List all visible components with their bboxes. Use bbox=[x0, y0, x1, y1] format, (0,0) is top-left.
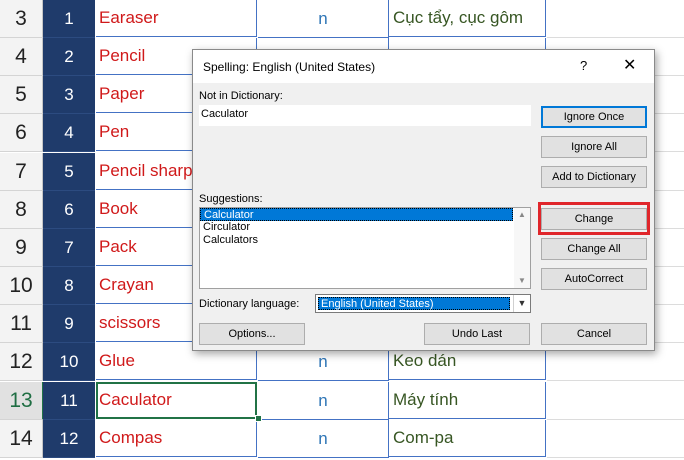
row-header[interactable]: 13 bbox=[0, 382, 44, 420]
row-header[interactable]: 7 bbox=[0, 153, 43, 191]
sheet-row: 13 11 Caculator n Máy tính bbox=[0, 382, 684, 420]
cell-number[interactable]: 11 bbox=[43, 382, 95, 420]
row-header[interactable]: 11 bbox=[0, 305, 43, 343]
help-icon[interactable]: ? bbox=[580, 58, 587, 73]
dictionary-language-label: Dictionary language: bbox=[199, 298, 300, 310]
chevron-down-icon[interactable]: ▼ bbox=[513, 295, 530, 312]
cell-number[interactable]: 2 bbox=[43, 38, 95, 76]
ignore-once-button[interactable]: Ignore Once bbox=[541, 106, 647, 128]
suggestion-item[interactable]: Calculator bbox=[200, 208, 513, 221]
suggestions-list[interactable]: Calculator Circulator Calculators ▲ ▼ bbox=[199, 207, 531, 289]
row-header[interactable]: 4 bbox=[0, 38, 43, 76]
cell-empty[interactable] bbox=[547, 420, 684, 458]
change-all-button[interactable]: Change All bbox=[541, 238, 647, 260]
cell-type[interactable]: n bbox=[258, 0, 389, 38]
cell-number[interactable]: 8 bbox=[43, 267, 95, 305]
suggestions-scrollbar[interactable]: ▲ ▼ bbox=[514, 208, 530, 288]
cell-word[interactable]: Earaser bbox=[96, 0, 257, 37]
row-header[interactable]: 9 bbox=[0, 229, 43, 267]
row-header[interactable]: 3 bbox=[0, 0, 43, 38]
cell-number[interactable]: 12 bbox=[43, 420, 95, 458]
cell-number[interactable]: 1 bbox=[43, 0, 95, 38]
row-header[interactable]: 12 bbox=[0, 343, 43, 381]
sheet-row: 3 1 Earaser n Cục tẩy, cục gôm bbox=[0, 0, 684, 38]
cell-type[interactable]: n bbox=[258, 420, 389, 458]
cell-number[interactable]: 4 bbox=[43, 114, 95, 152]
cell-number[interactable]: 10 bbox=[43, 343, 95, 381]
not-in-dictionary-field[interactable]: Caculator bbox=[199, 105, 531, 126]
undo-last-button[interactable]: Undo Last bbox=[424, 323, 530, 345]
cell-number[interactable]: 9 bbox=[43, 305, 95, 343]
cell-word[interactable]: Compas bbox=[96, 420, 257, 457]
row-header[interactable]: 14 bbox=[0, 420, 43, 458]
options-button[interactable]: Options... bbox=[199, 323, 305, 345]
change-highlight-box bbox=[538, 202, 650, 235]
not-in-dictionary-area[interactable] bbox=[199, 126, 531, 184]
cell-type[interactable]: n bbox=[258, 382, 389, 420]
cell-empty[interactable] bbox=[547, 0, 684, 38]
not-in-dictionary-label: Not in Dictionary: bbox=[199, 90, 283, 102]
close-icon[interactable]: ✕ bbox=[623, 55, 636, 75]
scroll-down-icon[interactable]: ▼ bbox=[514, 274, 530, 288]
cell-number[interactable]: 6 bbox=[43, 191, 95, 229]
spelling-dialog: Spelling: English (United States) ? ✕ No… bbox=[192, 49, 655, 351]
row-header[interactable]: 6 bbox=[0, 114, 43, 152]
cell-meaning[interactable]: Com-pa bbox=[389, 420, 546, 457]
row-header[interactable]: 10 bbox=[0, 267, 43, 305]
cell-number[interactable]: 3 bbox=[43, 76, 95, 114]
dialog-titlebar[interactable]: Spelling: English (United States) ? ✕ bbox=[193, 50, 654, 83]
cell-number[interactable]: 7 bbox=[43, 229, 95, 267]
ignore-all-button[interactable]: Ignore All bbox=[541, 136, 647, 158]
cell-empty[interactable] bbox=[547, 382, 684, 420]
suggestions-label: Suggestions: bbox=[199, 193, 263, 205]
cell-meaning[interactable]: Cục tẩy, cục gôm bbox=[389, 0, 546, 37]
cell-word-active[interactable]: Caculator bbox=[96, 382, 257, 419]
dialog-title: Spelling: English (United States) bbox=[203, 60, 376, 74]
scroll-up-icon[interactable]: ▲ bbox=[514, 208, 530, 222]
row-header[interactable]: 5 bbox=[0, 76, 43, 114]
cancel-button[interactable]: Cancel bbox=[541, 323, 647, 345]
row-header[interactable]: 8 bbox=[0, 191, 43, 229]
dictionary-language-value: English (United States) bbox=[318, 297, 510, 310]
cell-meaning[interactable]: Máy tính bbox=[389, 382, 546, 419]
dictionary-language-select[interactable]: English (United States) ▼ bbox=[315, 294, 531, 313]
autocorrect-button[interactable]: AutoCorrect bbox=[541, 268, 647, 290]
suggestion-item[interactable]: Circulator bbox=[200, 221, 513, 234]
suggestion-item[interactable]: Calculators bbox=[200, 234, 513, 247]
cell-number[interactable]: 5 bbox=[43, 153, 95, 191]
fill-handle[interactable] bbox=[255, 415, 262, 422]
sheet-row: 14 12 Compas n Com-pa bbox=[0, 420, 684, 458]
add-to-dictionary-button[interactable]: Add to Dictionary bbox=[541, 166, 647, 188]
